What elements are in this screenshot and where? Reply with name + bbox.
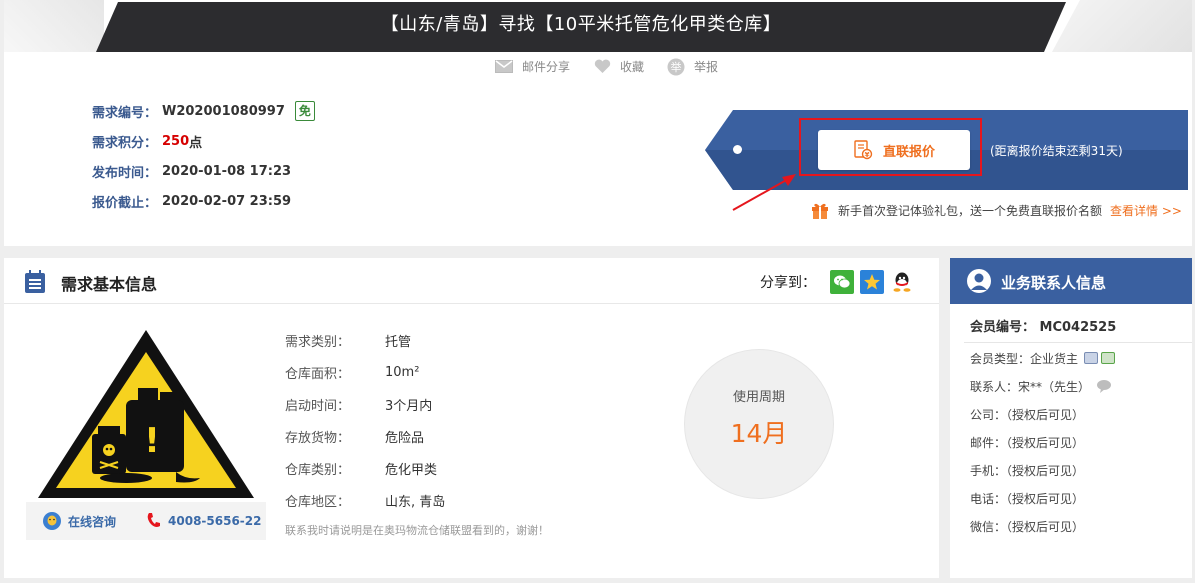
- online-consult-icon: [43, 512, 61, 530]
- demand-points-row: 需求积分： 250 点: [92, 126, 315, 156]
- mail-icon: [494, 59, 514, 75]
- newbie-gift-row: 新手首次登记体验礼包，送一个免费直联报价名额 查看详情 >>: [810, 200, 1182, 220]
- report-label: 举报: [694, 60, 719, 74]
- publish-time-value: 2020-01-08 17:23: [162, 163, 292, 179]
- quote-deadline-value: 2020-02-07 23:59: [162, 193, 292, 209]
- svg-text:举: 举: [671, 60, 682, 74]
- title-bar: 【山东/青岛】寻找【10平米托管危化甲类仓库】: [96, 2, 1066, 52]
- phone-icon: [147, 513, 161, 527]
- highlight-box: [799, 118, 982, 176]
- verified-badges: [1084, 352, 1116, 364]
- free-badge: 免: [294, 101, 315, 121]
- contact-person-row: 联系人：宋**（先生）: [970, 372, 1115, 400]
- contact-details-list: 会员类型：企业货主 联系人：宋**（先生） 公司：（授权后可见） 邮件：（授权后…: [970, 344, 1116, 540]
- svg-text:!: !: [144, 421, 160, 461]
- online-consult-link[interactable]: 在线咨询: [42, 511, 116, 531]
- demand-points-value: 250: [162, 133, 190, 149]
- qzone-icon[interactable]: [860, 270, 884, 294]
- detail-value: 10m²: [385, 364, 420, 380]
- demand-summary: 需求编号： W202001080997 免 需求积分： 250 点 发布时间： …: [92, 96, 315, 216]
- online-consult-label: 在线咨询: [68, 514, 117, 529]
- member-type: 会员类型：企业货主: [970, 351, 1079, 366]
- demand-number-row: 需求编号： W202001080997 免: [92, 96, 315, 126]
- banner-tag-hole: [733, 145, 742, 154]
- panel-title: 需求基本信息: [61, 275, 158, 294]
- demand-basic-info-panel: 需求基本信息 分享到： ! 在线咨询 4008-5656-22 需求类别： 托管…: [4, 258, 939, 578]
- gift-details-link[interactable]: 查看详情 >>: [1110, 202, 1182, 219]
- phone-number-value: 4008-5656-22: [168, 514, 262, 528]
- contact-panel-title: 业务联系人信息: [1001, 274, 1107, 292]
- wechat-row: 微信：（授权后可见）: [970, 519, 1085, 534]
- detail-key: 需求类别：: [285, 334, 351, 350]
- detail-value: 3个月内: [385, 398, 433, 414]
- telephone-row: 电话：（授权后可见）: [970, 491, 1085, 506]
- detail-row: 仓库类别： 危化甲类: [285, 452, 445, 484]
- decorative-shape-left: [4, 0, 104, 52]
- usage-cycle-value: 14月: [730, 419, 788, 448]
- contact-person-icon: [967, 269, 991, 293]
- detail-row: 启动时间： 3个月内: [285, 388, 445, 420]
- list-document-icon: [25, 270, 45, 293]
- mail-share-label: 邮件分享: [522, 60, 571, 74]
- detail-value: 危险品: [385, 430, 425, 446]
- wechat-icon[interactable]: [830, 270, 854, 294]
- detail-value: 托管: [385, 334, 412, 350]
- gift-icon: [812, 203, 828, 219]
- member-number: 会员编号： MC042525: [970, 320, 1117, 335]
- contact-panel-header: 业务联系人信息: [950, 258, 1192, 304]
- usage-cycle-label: 使用周期: [732, 390, 785, 405]
- quote-deadline-row: 报价截止： 2020-02-07 23:59: [92, 186, 315, 216]
- panel-header: 需求基本信息 分享到：: [4, 258, 939, 304]
- detail-row: 需求类别： 托管: [285, 324, 445, 356]
- detail-key: 存放货物：: [285, 430, 351, 446]
- heart-icon: [592, 59, 612, 75]
- detail-row: 存放货物： 危险品: [285, 420, 445, 452]
- report-button[interactable]: 举 举报: [666, 58, 718, 75]
- usage-cycle-badge: 使用周期 14月: [685, 350, 833, 498]
- hazard-warning-image: !: [38, 330, 254, 498]
- demand-number-value: W202001080997: [162, 103, 285, 119]
- detail-key: 仓库类别：: [285, 462, 351, 478]
- verified-icon: [1101, 352, 1116, 364]
- demand-number-label: 需求编号：: [92, 105, 158, 121]
- contact-notice: 联系我时请说明是在奥玛物流仓储联盟看到的，谢谢！: [285, 524, 549, 537]
- publish-time-row: 发布时间： 2020-01-08 17:23: [92, 156, 315, 186]
- certificate-icon: [1084, 352, 1099, 364]
- contact-strip: 在线咨询 4008-5656-22: [26, 502, 266, 540]
- share-label: 分享到：: [760, 275, 816, 291]
- divider: [964, 342, 1192, 343]
- red-arrow-annotation: [732, 174, 796, 211]
- favorite-button[interactable]: 收藏: [592, 58, 644, 75]
- detail-value: 山东, 青岛: [385, 494, 446, 510]
- demand-points-unit: 点: [189, 135, 203, 151]
- contact-person: 联系人：宋**（先生）: [970, 379, 1091, 394]
- publish-time-label: 发布时间：: [92, 165, 158, 181]
- email-row: 邮件：（授权后可见）: [970, 435, 1085, 450]
- detail-key: 启动时间：: [285, 398, 351, 414]
- page-title: 【山东/青岛】寻找【10平米托管危化甲类仓库】: [380, 14, 782, 35]
- company-row: 公司：（授权后可见）: [970, 407, 1085, 422]
- qq-icon[interactable]: [890, 270, 914, 294]
- report-icon: 举: [666, 58, 686, 75]
- detail-value: 危化甲类: [385, 462, 438, 478]
- action-bar: 邮件分享 收藏 举 举报: [494, 58, 740, 75]
- chat-icon[interactable]: [1096, 379, 1112, 393]
- gift-text: 新手首次登记体验礼包，送一个免费直联报价名额: [838, 203, 1103, 218]
- detail-row: 仓库面积： 10m²: [285, 356, 445, 388]
- share-bar: 分享到：: [760, 270, 920, 294]
- favorite-label: 收藏: [620, 60, 645, 74]
- contact-info-panel: 业务联系人信息 会员编号： MC042525 会员类型：企业货主 联系人：宋**…: [950, 258, 1192, 578]
- demand-details-list: 需求类别： 托管 仓库面积： 10m² 启动时间： 3个月内 存放货物： 危险品 仓库类…: [285, 324, 445, 516]
- detail-key: 仓库地区：: [285, 494, 351, 510]
- quote-countdown: (距离报价结束还剩31天): [990, 144, 1123, 158]
- mobile-row: 手机：（授权后可见）: [970, 463, 1085, 478]
- detail-row: 仓库地区： 山东, 青岛: [285, 484, 445, 516]
- quote-deadline-label: 报价截止：: [92, 195, 158, 211]
- demand-points-label: 需求积分：: [92, 135, 158, 151]
- decorative-shape-right: [1052, 0, 1192, 52]
- phone-number: 4008-5656-22: [146, 512, 261, 530]
- mail-share-button[interactable]: 邮件分享: [494, 58, 570, 75]
- member-type-row: 会员类型：企业货主: [970, 344, 1116, 372]
- detail-key: 仓库面积：: [285, 366, 351, 382]
